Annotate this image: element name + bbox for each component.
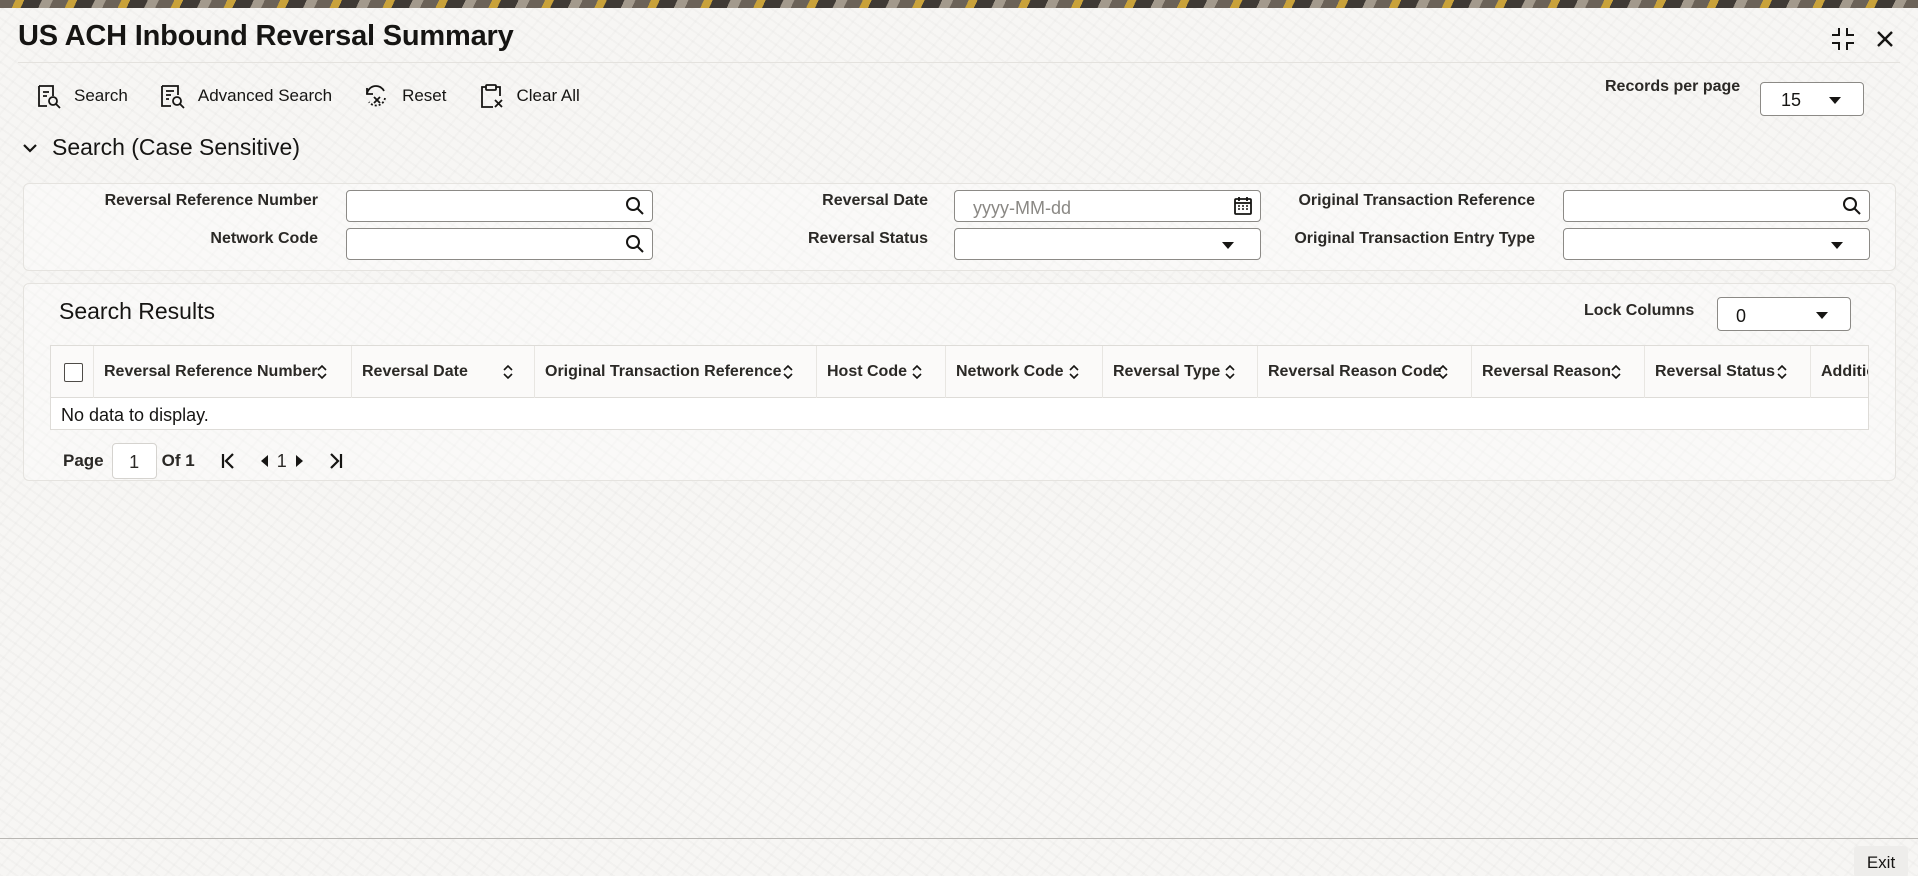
sort-icon <box>1777 364 1787 380</box>
column-header[interactable]: Additic <box>1811 346 1868 398</box>
records-per-page-select[interactable]: 15 <box>1760 82 1864 116</box>
reversal-date-placeholder: yyyy-MM-dd <box>973 198 1071 218</box>
advanced-search-button-label: Advanced Search <box>197 86 333 105</box>
chevron-down-icon <box>1829 97 1841 104</box>
window-controls <box>1828 24 1900 54</box>
search-results-title: Search Results <box>59 298 215 324</box>
reversal-status-label: Reversal Status <box>807 230 928 247</box>
sort-icon <box>317 364 327 380</box>
first-page-icon[interactable] <box>217 449 239 473</box>
last-page-icon[interactable] <box>325 449 347 473</box>
select-all-checkbox[interactable] <box>64 363 83 382</box>
reset-button-label: Reset <box>402 86 447 105</box>
column-header[interactable]: Host Code <box>817 346 946 398</box>
clear-all-button-label: Clear All <box>516 86 580 105</box>
search-icon[interactable] <box>1841 195 1863 217</box>
column-header[interactable]: Network Code <box>946 346 1103 398</box>
page-title: US ACH Inbound Reversal Summary <box>18 20 514 52</box>
network-code-label: Network Code <box>210 230 318 247</box>
chevron-down-icon <box>1222 242 1234 249</box>
network-code-field[interactable] <box>346 228 653 260</box>
column-header[interactable]: Reversal Reason Code <box>1258 346 1472 398</box>
sort-icon <box>1438 364 1448 380</box>
search-button-label: Search <box>74 86 128 105</box>
records-per-page-value: 15 <box>1781 90 1802 110</box>
column-header[interactable]: Reversal Status <box>1645 346 1811 398</box>
search-section-title: Search (Case Sensitive) <box>52 134 300 160</box>
column-header[interactable]: Reversal Date <box>352 346 535 398</box>
reversal-reference-number-label: Reversal Reference Number <box>104 192 318 209</box>
original-transaction-entry-type-label: Original Transaction Entry Type <box>1294 230 1535 247</box>
select-all-column <box>51 346 94 398</box>
sort-icon <box>1069 364 1079 380</box>
reversal-date-field[interactable]: yyyy-MM-dd <box>954 190 1261 222</box>
title-divider <box>18 62 1900 63</box>
search-button[interactable]: Search <box>34 74 128 118</box>
column-header[interactable]: Reversal Type <box>1103 346 1258 398</box>
pagination: Page 1 Of 1 1 <box>63 443 347 479</box>
search-document-icon <box>38 85 61 109</box>
lock-columns-label: Lock Columns <box>1584 302 1695 319</box>
sort-icon <box>503 364 513 380</box>
previous-page-icon[interactable] <box>253 449 275 473</box>
page-label: Page <box>63 451 104 470</box>
clear-all-button[interactable]: Clear All <box>477 74 580 118</box>
records-per-page-label: Records per page <box>1605 78 1741 95</box>
search-icon[interactable] <box>624 195 646 217</box>
search-icon[interactable] <box>624 233 646 255</box>
chevron-down-icon <box>1816 312 1828 319</box>
reversal-status-select[interactable] <box>954 228 1261 260</box>
lock-columns-value: 0 <box>1736 306 1747 326</box>
reset-button[interactable]: Reset <box>362 74 447 118</box>
sort-icon <box>1225 364 1235 380</box>
lock-columns-select[interactable]: 0 <box>1717 297 1851 331</box>
results-table: Reversal Reference Number Reversal Date … <box>50 345 1869 430</box>
table-header-row: Reversal Reference Number Reversal Date … <box>51 346 1868 398</box>
summary-window: US ACH Inbound Reversal Summary Search A… <box>0 8 1918 876</box>
reset-icon <box>366 85 386 107</box>
clipboard-clear-icon <box>480 84 503 108</box>
column-header[interactable]: Reversal Reason <box>1472 346 1645 398</box>
original-transaction-reference-field[interactable] <box>1563 190 1870 222</box>
exit-button[interactable]: Exit <box>1854 846 1908 876</box>
desktop-background-strip <box>0 0 1918 8</box>
collapse-icon[interactable] <box>1828 24 1858 54</box>
page-count-label: Of 1 <box>161 451 195 470</box>
toolbar: Search Advanced Search Reset Clear All <box>34 74 580 118</box>
search-section-toggle[interactable]: Search (Case Sensitive) <box>22 134 300 161</box>
chevron-down-icon <box>1831 242 1843 249</box>
next-page-icon[interactable] <box>289 449 311 473</box>
column-header[interactable]: Original Transaction Reference <box>535 346 817 398</box>
close-icon[interactable] <box>1870 24 1900 54</box>
sort-icon <box>783 364 793 380</box>
empty-table-message: No data to display. <box>61 405 209 425</box>
current-page-number[interactable]: 1 <box>277 451 287 472</box>
advanced-search-icon <box>160 85 185 109</box>
original-transaction-reference-label: Original Transaction Reference <box>1298 192 1535 209</box>
footer-divider <box>0 838 1918 839</box>
page-number-input[interactable]: 1 <box>111 443 157 479</box>
advanced-search-button[interactable]: Advanced Search <box>158 74 332 118</box>
original-transaction-entry-type-select[interactable] <box>1563 228 1870 260</box>
sort-icon <box>1611 364 1621 380</box>
reversal-date-label: Reversal Date <box>822 192 928 209</box>
reversal-reference-number-field[interactable] <box>346 190 653 222</box>
column-header[interactable]: Reversal Reference Number <box>94 346 352 398</box>
chevron-down-icon <box>23 143 37 153</box>
sort-icon <box>912 364 922 380</box>
